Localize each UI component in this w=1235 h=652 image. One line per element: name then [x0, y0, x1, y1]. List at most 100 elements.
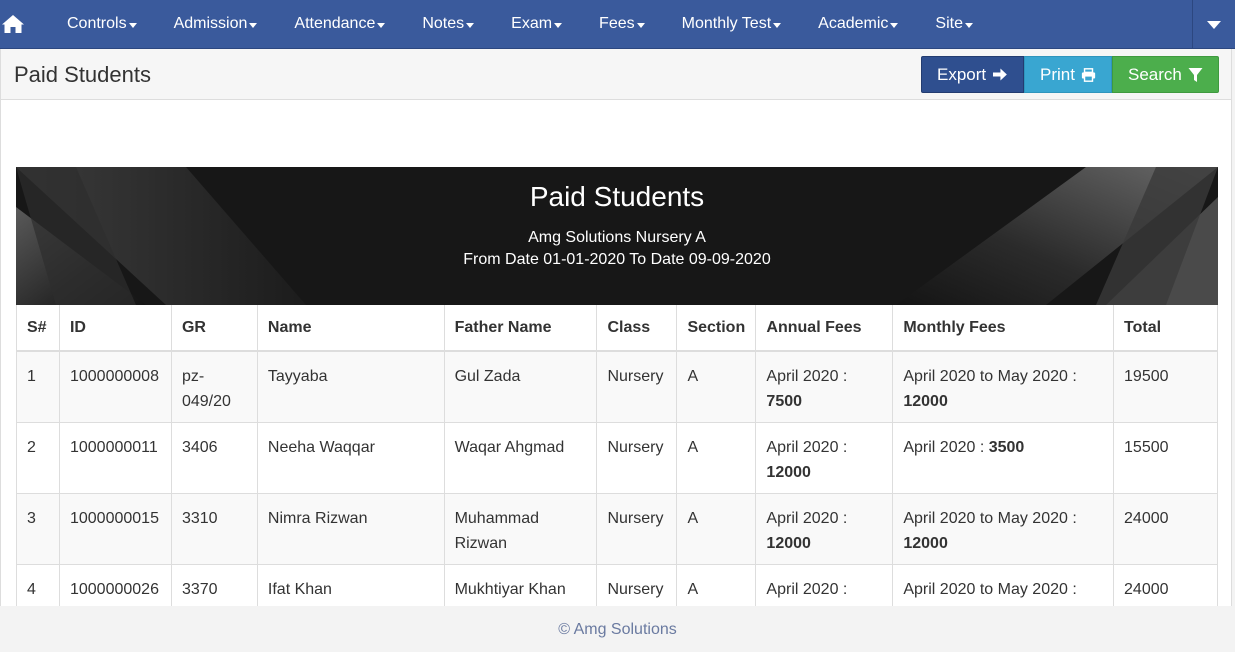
print-label: Print [1040, 64, 1075, 84]
cell-name: Ifat Khan [256, 563, 445, 606]
cell-father-name: Gul Zada [443, 350, 597, 422]
table-row: 2 1000000011 3406 Neeha Waqqar Waqar Ahg… [16, 421, 1218, 493]
monthly-period: April 2020 : [903, 438, 985, 456]
action-buttons: Export Print Search [921, 56, 1219, 93]
cell-id: 1000000008 [58, 350, 172, 422]
top-navbar: Controls Admission Attendance Notes Exam… [0, 0, 1235, 49]
print-icon [1081, 67, 1096, 82]
monthly-amount: 12000 [903, 393, 948, 410]
column-header[interactable]: Class [596, 305, 677, 352]
search-button[interactable]: Search [1112, 56, 1219, 93]
monthly-amount: 3500 [988, 438, 1025, 456]
search-label: Search [1128, 64, 1182, 84]
nav-item-notes[interactable]: Notes [422, 0, 491, 49]
cell-section: A [676, 492, 756, 564]
cell-section: A [676, 421, 756, 493]
nav-item-controls[interactable]: Controls [67, 0, 154, 49]
report-school: Amg Solutions Nursery A [528, 229, 706, 246]
print-button[interactable]: Print [1024, 56, 1112, 93]
home-icon[interactable] [0, 0, 26, 49]
annual-amount: 12000 [766, 463, 811, 481]
paid-students-table: S# ID GR Name Father Name Class Section … [16, 305, 1218, 606]
nav-item-attendance[interactable]: Attendance [294, 0, 402, 49]
caret-down-icon [466, 22, 475, 28]
cell-monthly-fees: April 2020 to May 2020 : 12000 [892, 492, 1114, 564]
footer-copyright: © Amg Solutions [558, 621, 677, 638]
annual-period: April 2020 : [766, 509, 848, 527]
column-header[interactable]: Annual Fees [755, 305, 893, 352]
nav-item-label: Exam [511, 15, 553, 32]
cell-name: Nimra Rizwan [256, 492, 445, 564]
nav-item-label: Fees [599, 15, 635, 32]
report-title: Paid Students [529, 181, 705, 212]
cell-id: 1000000011 [58, 421, 172, 493]
cell-class: Nursery [596, 563, 677, 606]
column-header[interactable]: Father Name [443, 305, 597, 352]
cell-annual-fees: April 2020 : 12000 [755, 421, 893, 493]
page-title: Paid Students [14, 62, 151, 87]
nav-item-fees[interactable]: Fees [599, 0, 662, 49]
caret-down-icon [773, 22, 782, 28]
cell-annual-fees: April 2020 : 7500 [755, 350, 893, 422]
cell-gr: 3406 [170, 421, 258, 493]
caret-down-icon [128, 22, 137, 28]
chevron-down-icon [1207, 20, 1221, 29]
cell-id: 1000000015 [58, 492, 172, 564]
cell-class: Nursery [596, 421, 677, 493]
nav-item-label: Controls [67, 15, 127, 32]
user-menu-toggle[interactable] [1192, 0, 1235, 49]
cell-name: Tayyaba [256, 350, 445, 422]
cell-annual-fees: April 2020 : [755, 563, 893, 606]
cell-section: A [676, 563, 756, 606]
cell-class: Nursery [596, 492, 677, 564]
cell-total: 24000 [1113, 492, 1218, 564]
cell-father-name: Waqar Ahgmad [443, 421, 597, 493]
caret-down-icon [249, 22, 258, 28]
cell-total: 24000 [1113, 563, 1218, 606]
column-header[interactable]: GR [170, 305, 258, 352]
caret-down-icon [964, 22, 973, 28]
cell-monthly-fees: April 2020 to May 2020 : 12000 [892, 350, 1114, 422]
annual-period: April 2020 : [766, 580, 848, 598]
nav-item-admission[interactable]: Admission [174, 0, 275, 49]
cell-sn: 3 [16, 492, 60, 564]
cell-section: A [676, 350, 756, 422]
cell-total: 15500 [1113, 421, 1218, 493]
column-header[interactable]: ID [58, 305, 172, 352]
table-row: 4 1000000026 3370 Ifat Khan Mukhtiyar Kh… [16, 563, 1218, 606]
table-row: 1 1000000008 pz-049/20 Tayyaba Gul Zada … [16, 350, 1218, 422]
cell-gr: pz-049/20 [170, 350, 258, 422]
page-header: Paid Students Export Print Search [0, 49, 1232, 100]
arrow-right-icon [993, 68, 1008, 81]
column-header[interactable]: S# [16, 305, 60, 352]
export-button[interactable]: Export [921, 56, 1024, 93]
nav-menu: Controls Admission Attendance Notes Exam… [67, 0, 1010, 49]
nav-item-academic[interactable]: Academic [818, 0, 915, 49]
cell-gr: 3370 [170, 563, 258, 606]
nav-item-monthly-test[interactable]: Monthly Test [682, 0, 799, 49]
monthly-period: April 2020 to May 2020 : [903, 368, 1077, 385]
column-header[interactable]: Total [1113, 305, 1218, 352]
monthly-period: April 2020 to May 2020 : [903, 580, 1077, 598]
column-header[interactable]: Name [256, 305, 445, 352]
filter-icon [1188, 67, 1203, 82]
nav-item-label: Academic [818, 15, 889, 32]
cell-gr: 3310 [170, 492, 258, 564]
caret-down-icon [377, 22, 386, 28]
cell-annual-fees: April 2020 : 12000 [755, 492, 893, 564]
nav-item-label: Admission [173, 15, 248, 32]
report-content: Paid Students Amg Solutions Nursery A Fr… [0, 100, 1232, 606]
annual-period: April 2020 : [766, 368, 848, 385]
nav-item-label: Site [935, 15, 963, 32]
cell-monthly-fees: April 2020 to May 2020 : [892, 563, 1114, 606]
column-header[interactable]: Section [676, 305, 756, 352]
nav-item-label: Attendance [294, 15, 376, 32]
report-banner: Paid Students Amg Solutions Nursery A Fr… [16, 167, 1218, 305]
nav-item-exam[interactable]: Exam [511, 0, 579, 49]
cell-father-name: Muhammad Rizwan [443, 492, 597, 564]
cell-name: Neeha Waqqar [256, 421, 445, 493]
nav-item-site[interactable]: Site [935, 0, 990, 49]
column-header[interactable]: Monthly Fees [892, 305, 1114, 352]
cell-total: 19500 [1113, 350, 1218, 422]
caret-down-icon [636, 22, 645, 28]
